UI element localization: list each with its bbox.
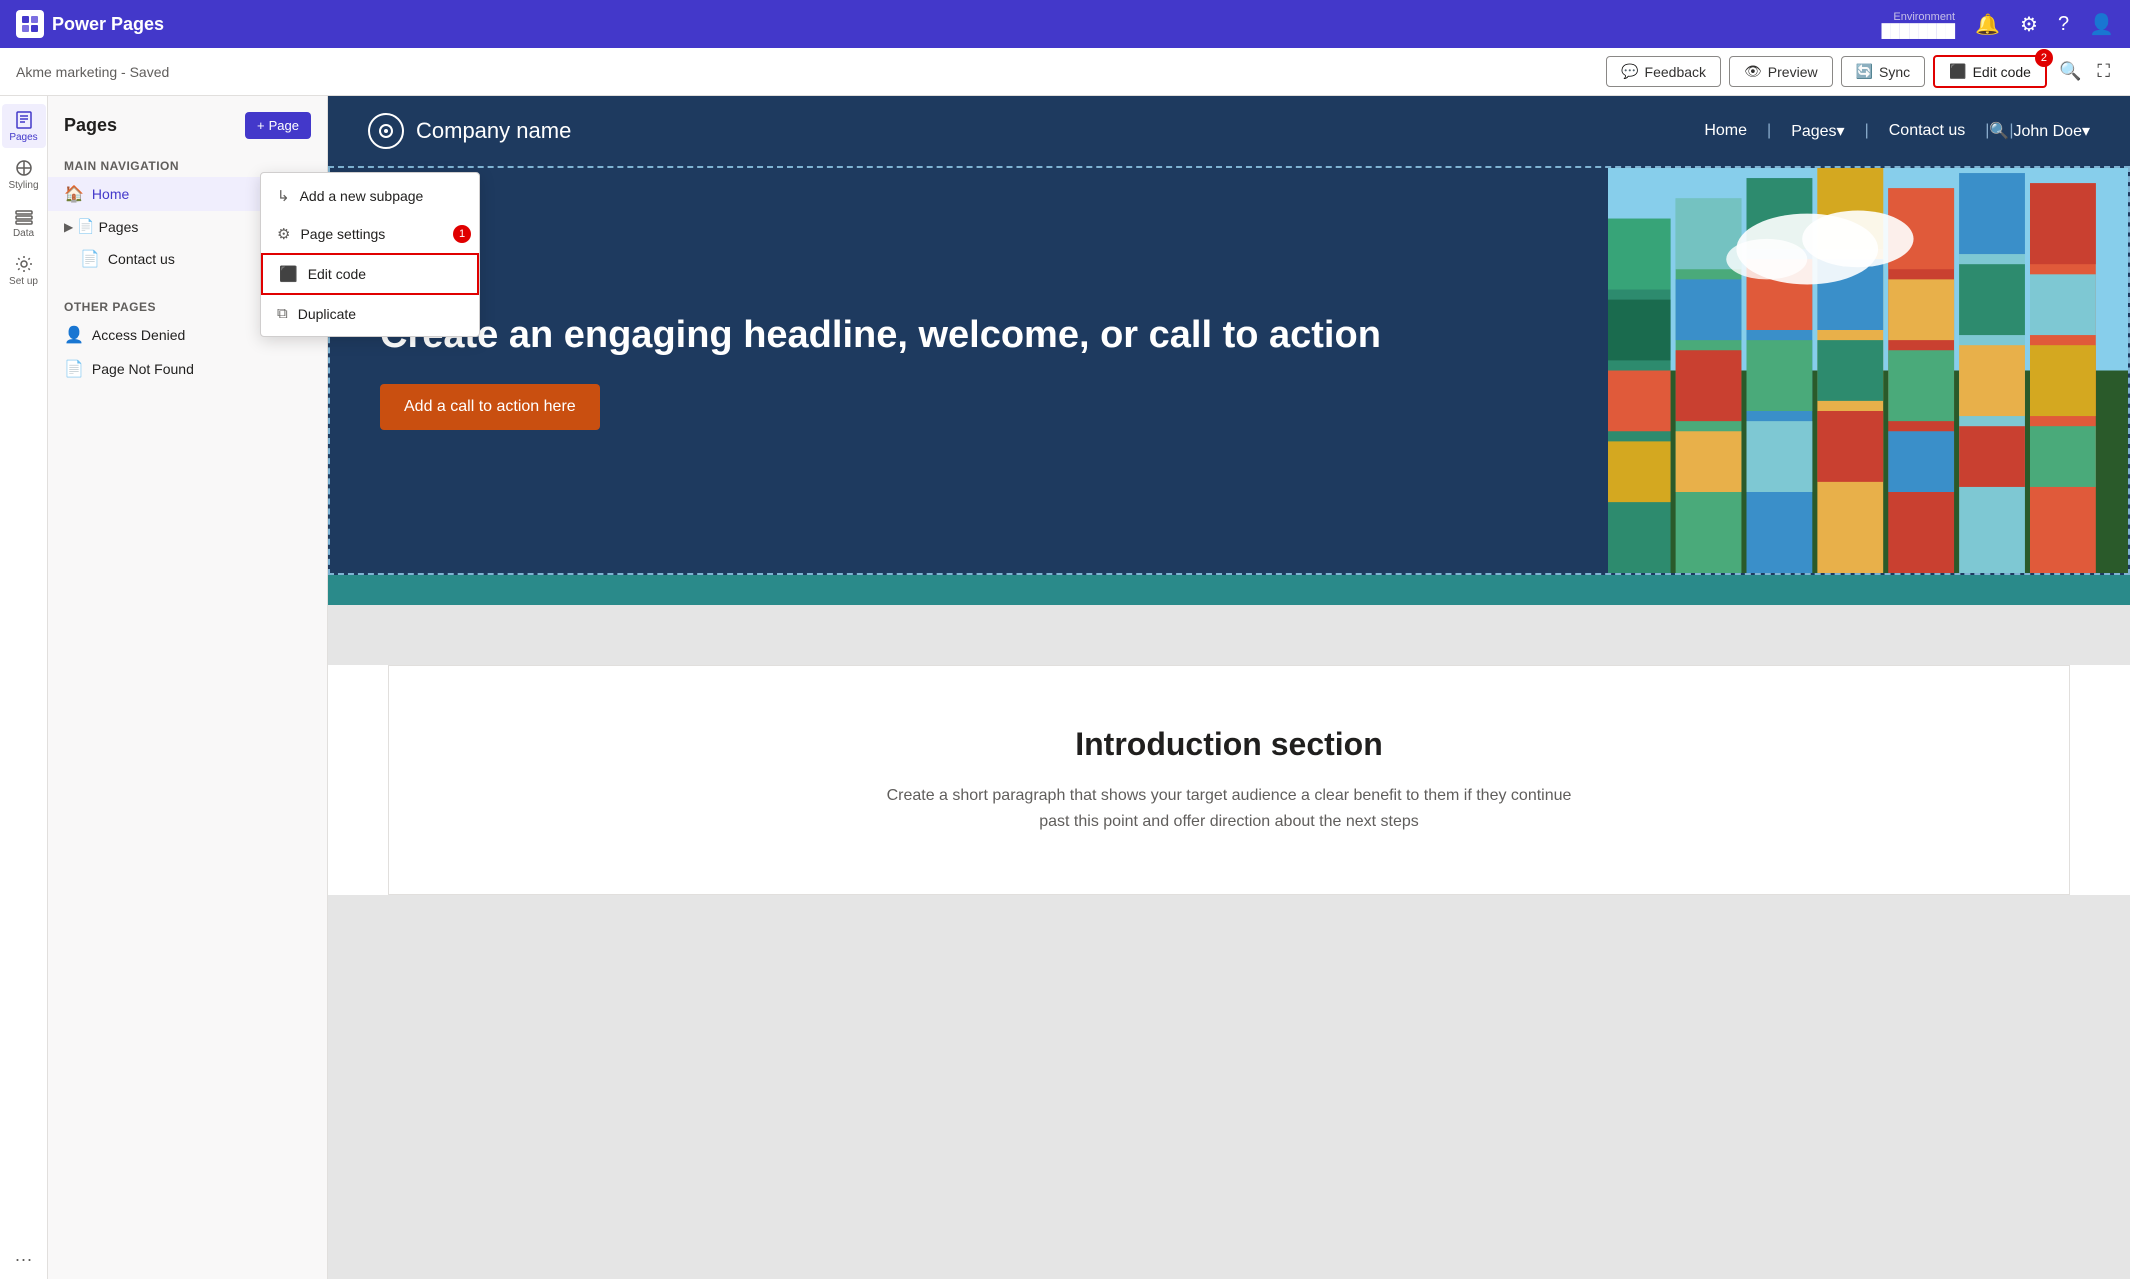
app-name: Power Pages — [52, 14, 164, 35]
user-avatar[interactable]: 👤 — [2089, 12, 2114, 37]
add-subpage-icon: ↳ — [277, 187, 290, 205]
access-denied-label: Access Denied — [92, 327, 185, 343]
teal-bar — [328, 575, 2130, 605]
site-nav-user[interactable]: John Doe▾ — [2013, 121, 2090, 141]
environment-info: Environment ████████ — [1881, 11, 1955, 38]
access-denied-icon: 👤 — [64, 325, 84, 345]
environment-name: ████████ — [1881, 23, 1955, 38]
sidebar-item-page-not-found[interactable]: 📄 Page Not Found — [48, 352, 327, 386]
bottom-space — [328, 895, 2130, 1095]
add-page-button[interactable]: + Page — [245, 112, 311, 139]
hero-section: Create an engaging headline, welcome, or… — [328, 166, 2130, 575]
feedback-icon: 💬 — [1621, 63, 1638, 80]
contact-icon: 📄 — [80, 249, 100, 269]
nav-icon-styling-label: Styling — [8, 180, 38, 191]
edit-code-label: Edit code — [1973, 64, 2031, 80]
expand-button[interactable]: ⛶ — [2093, 57, 2114, 86]
site-header: Company name Home | Pages▾ | Contact us … — [328, 96, 2130, 166]
page-not-found-icon: 📄 — [64, 359, 84, 379]
home-icon: 🏠 — [64, 184, 84, 204]
pages-icon: 📄 — [77, 218, 94, 235]
site-nav-home[interactable]: Home — [1684, 122, 1767, 140]
menu-duplicate[interactable]: ⧉ Duplicate — [261, 295, 479, 332]
toolbar2: Akme marketing - Saved 💬 Feedback 👁 Prev… — [0, 48, 2130, 96]
doc-title: Akme marketing - Saved — [16, 64, 169, 80]
search-icon[interactable]: 🔍 — [1989, 121, 2009, 141]
duplicate-icon: ⧉ — [277, 305, 288, 322]
hero-cta-button[interactable]: Add a call to action here — [380, 384, 600, 430]
zoom-button[interactable]: 🔍 — [2055, 57, 2085, 86]
site-nav: Home | Pages▾ | Contact us | 🔍 | John Do… — [1684, 121, 2090, 141]
app-logo: Power Pages — [16, 10, 164, 38]
expand-chevron-icon: ▶ — [64, 220, 73, 234]
nav-icon-setup[interactable]: Set up — [2, 248, 46, 292]
sync-label: Sync — [1879, 64, 1910, 80]
sync-button[interactable]: 🔄 Sync — [1841, 56, 1926, 87]
bell-icon[interactable]: 🔔 — [1975, 12, 2000, 37]
sidebar: Pages + Page Main navigation 🏠 Home ··· … — [48, 96, 328, 1279]
add-page-label: Page — [269, 118, 299, 133]
contact-label: Contact us — [108, 251, 175, 267]
vscode-icon: ⬛ — [1949, 63, 1966, 80]
add-icon: + — [257, 118, 265, 133]
feedback-button[interactable]: 💬 Feedback — [1606, 56, 1721, 87]
menu-edit-code[interactable]: ⬛ Edit code — [261, 253, 479, 295]
preview-container: Company name Home | Pages▾ | Contact us … — [328, 96, 2130, 1095]
logo-icon — [16, 10, 44, 38]
hero-image — [1608, 168, 2128, 573]
page-not-found-label: Page Not Found — [92, 361, 194, 377]
nav-icon-setup-label: Set up — [9, 276, 38, 287]
more-options-icon[interactable]: ··· — [2, 1247, 46, 1271]
preview-button[interactable]: 👁 Preview — [1729, 56, 1833, 87]
edit-code-context-label: Edit code — [308, 266, 366, 282]
edit-code-badge: 2 — [2035, 49, 2053, 67]
nav-icon-pages[interactable]: Pages — [2, 104, 46, 148]
context-menu: ↳ Add a new subpage ⚙ Page settings 1 ⬛ … — [260, 172, 480, 337]
settings-icon[interactable]: ⚙ — [2020, 12, 2038, 37]
company-name: Company name — [416, 118, 571, 144]
preview-label: Preview — [1768, 64, 1818, 80]
intro-title: Introduction section — [429, 726, 2029, 763]
hero-left: Create an engaging headline, welcome, or… — [330, 168, 1608, 573]
intro-text: Create a short paragraph that shows your… — [879, 783, 1579, 834]
nav-icon-styling[interactable]: Styling — [2, 152, 46, 196]
intro-section: Introduction section Create a short para… — [388, 665, 2070, 895]
sync-icon: 🔄 — [1856, 63, 1873, 80]
site-logo-circle — [368, 113, 404, 149]
duplicate-label: Duplicate — [298, 306, 356, 322]
help-icon[interactable]: ? — [2058, 13, 2069, 36]
nav-icon-data-label: Data — [13, 228, 34, 239]
gray-gap — [328, 605, 2130, 665]
nav-icon-pages-label: Pages — [9, 132, 37, 143]
sidebar-header: Pages + Page — [48, 112, 327, 151]
sidebar-title: Pages — [64, 115, 117, 136]
page-settings-label: Page settings — [300, 226, 385, 242]
layout: Pages Styling Data Set up ··· Pages + Pa… — [0, 96, 2130, 1279]
site-logo: Company name — [368, 113, 571, 149]
nav-icon-data[interactable]: Data — [2, 200, 46, 244]
page-settings-icon: ⚙ — [277, 225, 290, 243]
site-nav-pages[interactable]: Pages▾ — [1771, 121, 1864, 141]
edit-code-context-icon: ⬛ — [279, 265, 298, 283]
hero-headline: Create an engaging headline, welcome, or… — [380, 311, 1558, 360]
hero-right — [1608, 168, 2128, 573]
environment-label: Environment — [1893, 11, 1955, 23]
menu-page-settings[interactable]: ⚙ Page settings 1 — [261, 215, 479, 253]
edit-code-button-top[interactable]: 2 ⬛ Edit code — [1933, 55, 2047, 88]
pages-label: Pages — [99, 219, 139, 235]
menu-add-subpage[interactable]: ↳ Add a new subpage — [261, 177, 479, 215]
topbar-right: Environment ████████ 🔔 ⚙ ? 👤 — [1881, 11, 2114, 38]
add-subpage-label: Add a new subpage — [300, 188, 424, 204]
main-content: Company name Home | Pages▾ | Contact us … — [328, 96, 2130, 1279]
preview-icon: 👁 — [1744, 63, 1762, 80]
feedback-label: Feedback — [1645, 64, 1706, 80]
nav-icons: Pages Styling Data Set up ··· — [0, 96, 48, 1279]
topbar: Power Pages Environment ████████ 🔔 ⚙ ? 👤 — [0, 0, 2130, 48]
site-nav-contact[interactable]: Contact us — [1869, 122, 1985, 140]
settings-badge: 1 — [453, 225, 471, 243]
home-label: Home — [92, 186, 129, 202]
